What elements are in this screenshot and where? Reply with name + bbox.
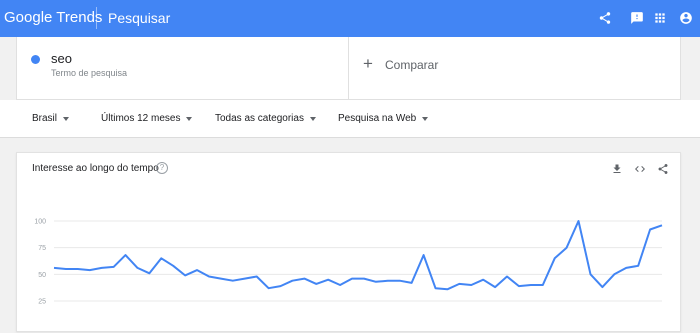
data-point[interactable] [338, 283, 343, 288]
feedback-icon[interactable] [629, 10, 645, 26]
dropdown-arrow-icon [422, 116, 429, 121]
data-point[interactable] [397, 278, 402, 283]
y-tick-label-50: 50 [38, 272, 46, 279]
help-icon[interactable]: ? [156, 162, 168, 174]
data-point[interactable] [147, 271, 152, 276]
account-icon[interactable] [678, 10, 694, 26]
data-point[interactable] [171, 263, 176, 268]
data-point[interactable] [552, 256, 557, 261]
data-point[interactable] [636, 263, 641, 268]
data-point[interactable] [278, 284, 283, 289]
data-point[interactable] [350, 276, 355, 281]
chart-card-title: Interesse ao longo do tempo [32, 163, 159, 174]
category-filter-label: Todas as categorias [215, 113, 304, 124]
data-point[interactable] [207, 274, 212, 279]
data-point[interactable] [540, 283, 545, 288]
filter-bar: Brasil Últimos 12 meses Todas as categor… [0, 100, 700, 138]
data-point[interactable] [588, 272, 593, 277]
search-type-filter-label: Pesquisa na Web [338, 113, 417, 124]
data-point[interactable] [290, 278, 295, 283]
data-point[interactable] [99, 265, 104, 270]
data-point[interactable] [516, 284, 521, 289]
data-point[interactable] [481, 277, 486, 282]
data-point[interactable] [266, 286, 271, 291]
search-type-filter[interactable]: Pesquisa na Web [338, 113, 429, 124]
term-color-dot [31, 55, 40, 64]
data-point[interactable] [493, 285, 498, 290]
chart-share-icon[interactable] [656, 162, 670, 176]
y-tick-label-100: 100 [34, 219, 46, 226]
data-point[interactable] [159, 256, 164, 261]
data-point[interactable] [469, 283, 474, 288]
data-point[interactable] [421, 253, 426, 258]
data-point[interactable] [87, 268, 92, 273]
data-point[interactable] [218, 276, 223, 281]
data-point[interactable] [612, 272, 617, 277]
embed-icon[interactable] [633, 162, 647, 176]
data-point[interactable] [528, 283, 533, 288]
data-point[interactable] [314, 281, 319, 286]
dropdown-arrow-icon [63, 116, 70, 121]
top-app-bar: Google Trends Pesquisar [0, 0, 700, 37]
y-tick-label-25: 25 [38, 299, 46, 306]
data-point[interactable] [505, 274, 510, 279]
category-filter[interactable]: Todas as categorias [215, 113, 316, 124]
header-divider [96, 7, 97, 29]
apps-icon[interactable] [652, 10, 668, 26]
data-point[interactable] [183, 273, 188, 278]
interest-line-chart[interactable]: 25 50 75 100 [17, 193, 682, 333]
term-type-label: Termo de pesquisa [51, 68, 128, 78]
data-point[interactable] [75, 267, 80, 272]
data-point[interactable] [254, 274, 259, 279]
data-point[interactable] [433, 286, 438, 291]
data-point[interactable] [123, 253, 128, 258]
data-point[interactable] [457, 281, 462, 286]
data-point[interactable] [445, 287, 450, 292]
data-point[interactable] [624, 265, 629, 270]
data-point[interactable] [564, 245, 569, 250]
data-point[interactable] [576, 219, 581, 224]
data-point[interactable] [135, 265, 140, 270]
data-point[interactable] [302, 276, 307, 281]
series-line-0[interactable] [53, 220, 663, 291]
dropdown-arrow-icon [186, 116, 193, 121]
add-icon[interactable]: + [363, 55, 373, 72]
data-point[interactable] [111, 264, 116, 269]
data-point[interactable] [373, 279, 378, 284]
data-point[interactable] [385, 278, 390, 283]
region-filter[interactable]: Brasil [32, 113, 70, 124]
data-point[interactable] [648, 227, 653, 232]
term-card: seo Termo de pesquisa + Comparar [16, 37, 681, 100]
dropdown-arrow-icon [309, 116, 316, 121]
download-icon[interactable] [610, 162, 624, 176]
y-tick-label-75: 75 [38, 245, 46, 252]
logo-google-text: Google [4, 9, 53, 26]
data-point[interactable] [52, 265, 57, 270]
share-icon[interactable] [597, 10, 613, 26]
data-point[interactable] [600, 285, 605, 290]
region-filter-label: Brasil [32, 113, 58, 124]
search-button[interactable]: Pesquisar [108, 10, 170, 26]
data-point[interactable] [409, 280, 414, 285]
interest-over-time-card: Interesse ao longo do tempo ? 25 50 75 100 [16, 152, 681, 332]
data-point[interactable] [242, 276, 247, 281]
data-point[interactable] [195, 268, 200, 273]
search-term-chip[interactable]: seo Termo de pesquisa [17, 37, 349, 99]
data-point[interactable] [660, 223, 665, 228]
google-trends-logo[interactable]: Google Trends [4, 9, 102, 26]
time-range-filter-label: Últimos 12 meses [101, 113, 181, 124]
data-point[interactable] [362, 276, 367, 281]
data-point[interactable] [63, 267, 68, 272]
term-name[interactable]: seo [51, 51, 72, 66]
data-point[interactable] [230, 278, 235, 283]
data-point[interactable] [326, 277, 331, 282]
compare-button[interactable]: Comparar [385, 58, 438, 72]
time-range-filter[interactable]: Últimos 12 meses [101, 113, 193, 124]
